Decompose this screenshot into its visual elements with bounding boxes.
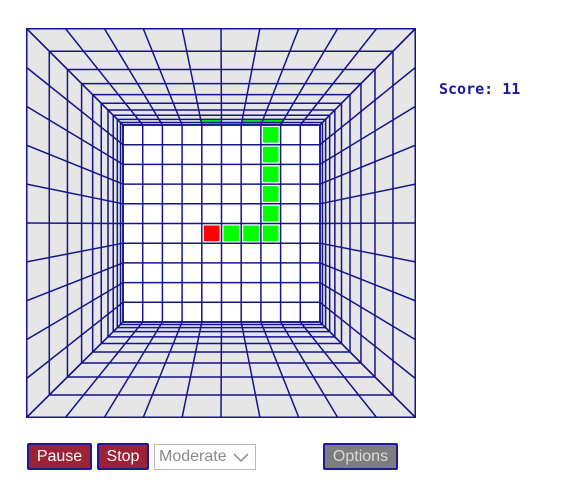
snake-segment: [261, 185, 280, 203]
snake-segment: [261, 165, 280, 184]
snake-segment: [242, 224, 260, 243]
stop-button[interactable]: Stop: [97, 443, 149, 470]
options-button[interactable]: Options: [323, 443, 398, 470]
snake-segment: [222, 224, 241, 243]
speed-select-value: Moderate: [159, 448, 227, 465]
snake-segment: [261, 126, 280, 144]
score-display: Score: 11: [439, 80, 520, 98]
score-value: 11: [502, 80, 521, 98]
snake-segment: [261, 204, 280, 223]
snake-segment: [261, 224, 280, 243]
game-stage: Score: 11 Pause Stop Moderate Options: [0, 0, 573, 483]
score-label: Score:: [439, 80, 494, 98]
game-board: [26, 28, 416, 418]
speed-select[interactable]: Moderate: [154, 444, 256, 470]
snake-segment: [261, 145, 280, 164]
pause-button[interactable]: Pause: [27, 443, 92, 470]
food-item: [202, 224, 221, 243]
chevron-down-icon: [233, 453, 249, 463]
